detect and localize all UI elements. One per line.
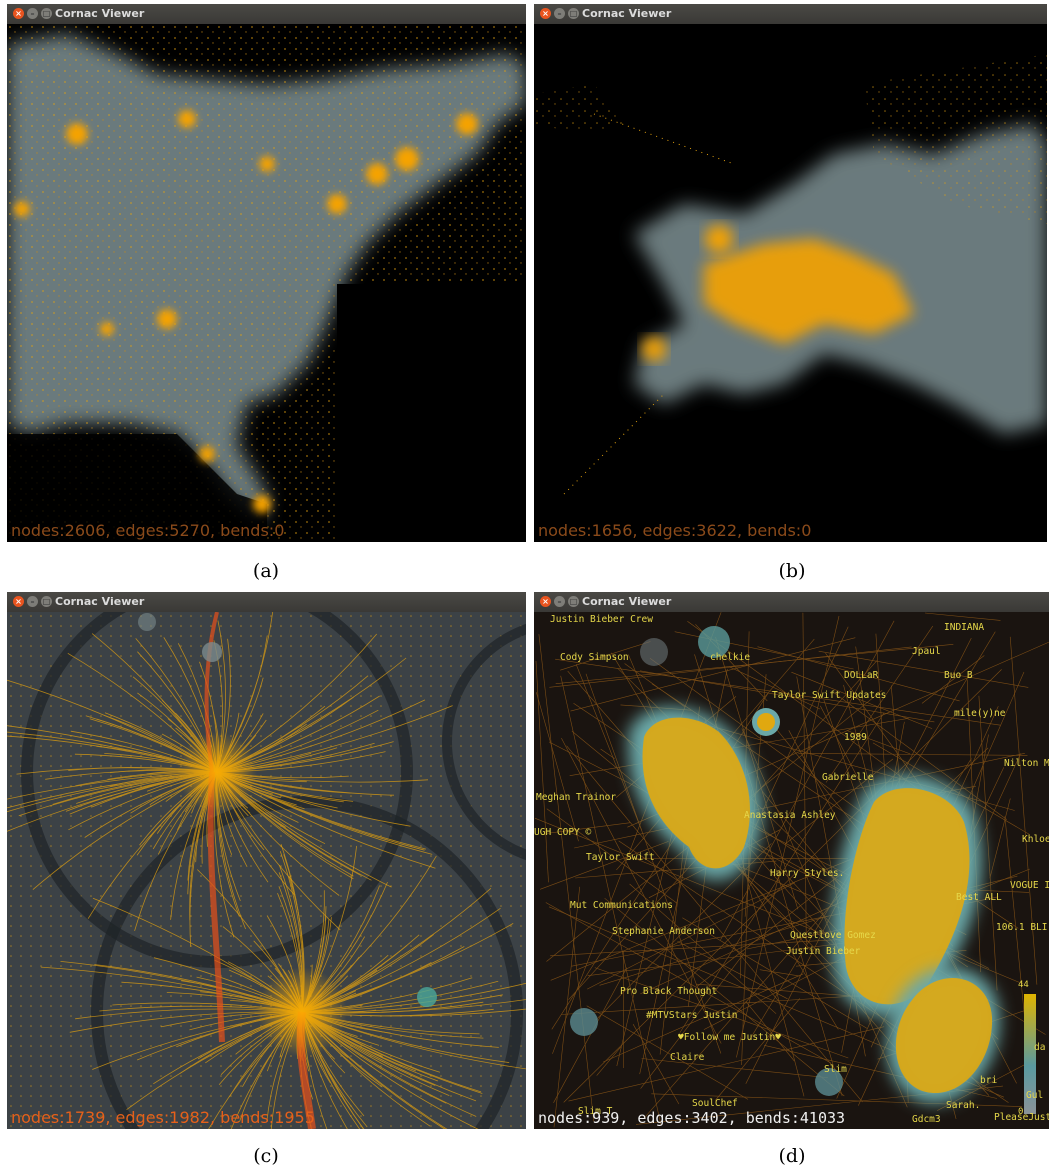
node-label[interactable]: Mut Communications — [570, 900, 673, 911]
node-label[interactable]: 1989 — [844, 732, 867, 743]
window-title: Cornac Viewer — [55, 595, 145, 608]
node-label[interactable]: da — [1034, 1042, 1045, 1053]
node-label[interactable]: Gabrielle — [822, 772, 873, 783]
node-label[interactable]: Best ALL — [956, 892, 1002, 903]
minimize-icon[interactable]: – — [27, 596, 38, 607]
graph-canvas-d[interactable]: Justin Bieber Crew INDIANA Cody Simpson che… — [534, 612, 1049, 1129]
node-label[interactable]: Anastasia Ashley — [744, 810, 836, 821]
caption-d: (d) — [778, 1145, 806, 1167]
node-label[interactable]: mile(y)ne — [954, 708, 1005, 719]
node-label[interactable]: SoulChef — [692, 1098, 738, 1109]
graph-canvas-c[interactable]: nodes:1739, edges:1982, bends:1955 — [7, 612, 526, 1129]
node-label[interactable]: chelkie — [710, 652, 750, 663]
node-label[interactable]: UGH COPY © — [534, 827, 591, 838]
viewer-window-d: × – □ Cornac Viewer Justin Bieber Crew I… — [534, 592, 1049, 1129]
minimize-icon[interactable]: – — [27, 8, 38, 19]
titlebar-a: × – □ Cornac Viewer — [7, 4, 526, 24]
node-label[interactable]: DOLLaR — [844, 670, 878, 681]
legend-max: 44 — [1018, 980, 1029, 990]
viewer-window-a: × – □ Cornac Viewer nodes:2606, edges:52… — [7, 4, 526, 542]
minimize-icon[interactable]: – — [554, 596, 565, 607]
maximize-icon[interactable]: □ — [568, 596, 579, 607]
status-readout: nodes:939, edges:3402, bends:41033 — [538, 1109, 846, 1127]
close-icon[interactable]: × — [540, 596, 551, 607]
node-label[interactable]: Gdcm3 — [912, 1114, 941, 1125]
status-readout: nodes:2606, edges:5270, bends:0 — [11, 521, 285, 540]
node-label[interactable]: #MTVStars Justin — [646, 1010, 738, 1021]
node-label[interactable]: Claire — [670, 1052, 704, 1063]
node-label[interactable]: Justin Bieber Crew — [550, 614, 653, 625]
viewer-window-c: × – □ Cornac Viewer nodes:1739, edges:19… — [7, 592, 526, 1129]
viewer-window-b: × – □ Cornac Viewer nodes:1656, edges:36… — [534, 4, 1047, 542]
close-icon[interactable]: × — [13, 8, 24, 19]
node-label[interactable]: Gul — [1026, 1090, 1043, 1101]
close-icon[interactable]: × — [540, 8, 551, 19]
node-label[interactable]: Questlove Gomez — [790, 930, 876, 941]
minimize-icon[interactable]: – — [554, 8, 565, 19]
close-icon[interactable]: × — [13, 596, 24, 607]
maximize-icon[interactable]: □ — [41, 596, 52, 607]
node-label[interactable]: Sarah. — [946, 1100, 980, 1111]
caption-b: (b) — [778, 560, 806, 582]
node-label[interactable]: bri — [980, 1075, 997, 1086]
graph-canvas-a[interactable]: nodes:2606, edges:5270, bends:0 — [7, 24, 526, 542]
caption-a: (a) — [252, 560, 280, 582]
node-label[interactable]: Taylor Swift Updates — [772, 690, 886, 701]
legend-min: 0 — [1018, 1107, 1024, 1117]
graph-canvas-b[interactable]: nodes:1656, edges:3622, bends:0 — [534, 24, 1047, 542]
node-label[interactable]: Harry Styles. — [770, 868, 844, 879]
status-readout: nodes:1656, edges:3622, bends:0 — [538, 521, 812, 540]
maximize-icon[interactable]: □ — [41, 8, 52, 19]
node-label[interactable]: VOGUE In — [1010, 880, 1049, 891]
window-title: Cornac Viewer — [55, 7, 145, 20]
node-label[interactable]: 106.1 BLI — [996, 922, 1047, 933]
node-label[interactable]: Taylor Swift — [586, 852, 655, 863]
node-label[interactable]: Stephanie Anderson — [612, 926, 715, 937]
node-label[interactable]: ♥Follow me Justin♥ — [678, 1032, 781, 1043]
node-label[interactable]: INDIANA — [944, 622, 984, 633]
titlebar-c: × – □ Cornac Viewer — [7, 592, 526, 612]
titlebar-b: × – □ Cornac Viewer — [534, 4, 1047, 24]
node-label[interactable]: Cody Simpson — [560, 652, 629, 663]
node-label[interactable]: Meghan Trainor — [536, 792, 616, 803]
node-label[interactable]: Slim — [824, 1064, 847, 1075]
window-title: Cornac Viewer — [582, 595, 672, 608]
maximize-icon[interactable]: □ — [568, 8, 579, 19]
node-label[interactable]: Khloe — [1022, 834, 1049, 845]
window-title: Cornac Viewer — [582, 7, 672, 20]
node-label[interactable]: Nilton M — [1004, 758, 1049, 769]
status-readout: nodes:1739, edges:1982, bends:1955 — [11, 1108, 315, 1127]
titlebar-d: × – □ Cornac Viewer — [534, 592, 1049, 612]
node-label[interactable]: Pro Black Thought — [620, 986, 717, 997]
node-label[interactable]: Justin Bieber — [786, 946, 860, 957]
caption-c: (c) — [253, 1145, 279, 1167]
node-label[interactable]: Buo B — [944, 670, 973, 681]
node-label[interactable]: Jpaul — [912, 646, 941, 657]
